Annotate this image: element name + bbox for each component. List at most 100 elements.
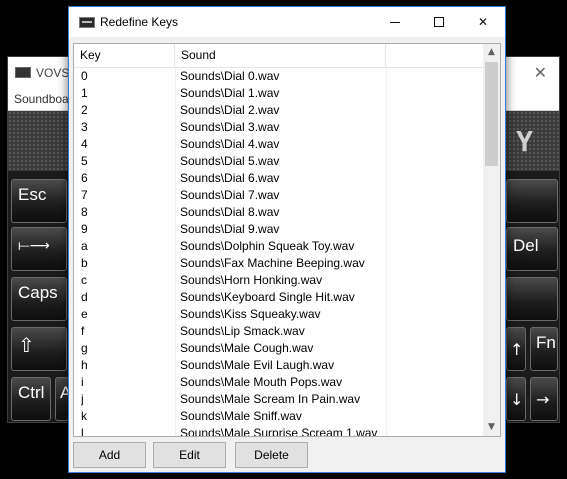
row-key: 6 (81, 171, 88, 185)
row-sound: Sounds\Male Surprise Scream 1.wav (180, 426, 378, 437)
table-row[interactable]: 5 Sounds\Dial 5.wav (74, 153, 485, 170)
delete-button[interactable]: Delete (235, 442, 308, 468)
row-key: 4 (81, 137, 88, 151)
app-icon (79, 17, 95, 28)
key-sound-list[interactable]: Key Sound 0 Sounds\Dial 0.wav 1 Sounds\Dial… (73, 43, 501, 437)
table-row[interactable]: 6 Sounds\Dial 6.wav (74, 170, 485, 187)
table-row[interactable]: j Sounds\Male Scream In Pain.wav (74, 391, 485, 408)
minimize-button[interactable] (373, 7, 417, 37)
row-sound: Sounds\Male Cough.wav (180, 341, 314, 355)
maximize-icon (434, 17, 444, 27)
scrollbar-thumb[interactable] (485, 62, 498, 166)
column-header-key[interactable]: Key (74, 44, 175, 68)
scroll-up-icon[interactable]: ▲ (483, 44, 500, 61)
row-sound: Sounds\Dial 3.wav (180, 120, 280, 134)
row-key: f (81, 324, 85, 338)
key-enter[interactable] (506, 277, 558, 321)
column-header-sound[interactable]: Sound (175, 44, 386, 68)
row-key: c (81, 273, 87, 287)
row-key: h (81, 358, 88, 372)
dialog-titlebar: Redefine Keys ✕ (69, 7, 505, 37)
row-key: 3 (81, 120, 88, 134)
row-sound: Sounds\Dial 4.wav (180, 137, 280, 151)
key-ctrl[interactable]: Ctrl (11, 377, 51, 421)
key-alt[interactable]: A (55, 377, 71, 421)
row-sound: Sounds\Male Evil Laugh.wav (180, 358, 335, 372)
row-sound: Sounds\Dial 8.wav (180, 205, 280, 219)
row-key: k (81, 409, 87, 423)
table-row[interactable]: 3 Sounds\Dial 3.wav (74, 119, 485, 136)
dialog-title: Redefine Keys (100, 15, 179, 29)
row-sound: Sounds\Fax Machine Beeping.wav (180, 256, 365, 270)
key-fn[interactable]: Fn (530, 327, 558, 371)
row-sound: Sounds\Dial 0.wav (180, 69, 280, 83)
table-row[interactable]: k Sounds\Male Sniff.wav (74, 408, 485, 425)
table-row[interactable]: b Sounds\Fax Machine Beeping.wav (74, 255, 485, 272)
table-row[interactable]: g Sounds\Male Cough.wav (74, 340, 485, 357)
row-sound: Sounds\Dial 5.wav (180, 154, 280, 168)
row-sound: Sounds\Horn Honking.wav (180, 273, 323, 287)
key-down[interactable]: ↓ (506, 377, 526, 421)
menu-item-soundboard[interactable]: Soundboa (14, 92, 69, 106)
row-key: l (81, 426, 84, 437)
add-button[interactable]: Add (73, 442, 146, 468)
row-key: 1 (81, 86, 88, 100)
row-key: 2 (81, 103, 88, 117)
table-row[interactable]: 2 Sounds\Dial 2.wav (74, 102, 485, 119)
table-row[interactable]: a Sounds\Dolphin Squeak Toy.wav (74, 238, 485, 255)
column-header-extra[interactable] (386, 44, 485, 68)
table-row[interactable]: c Sounds\Horn Honking.wav (74, 272, 485, 289)
table-row[interactable]: l Sounds\Male Surprise Scream 1.wav (74, 425, 485, 437)
key-up[interactable]: ↑ (506, 327, 526, 371)
row-sound: Sounds\Dial 1.wav (180, 86, 280, 100)
row-key: b (81, 256, 88, 270)
row-sound: Sounds\Dial 2.wav (180, 103, 280, 117)
row-sound: Sounds\Dial 7.wav (180, 188, 280, 202)
table-row[interactable]: 8 Sounds\Dial 8.wav (74, 204, 485, 221)
row-key: i (81, 375, 84, 389)
edit-button[interactable]: Edit (153, 442, 226, 468)
row-key: 9 (81, 222, 88, 236)
row-key: 0 (81, 69, 88, 83)
row-sound: Sounds\Male Scream In Pain.wav (180, 392, 361, 406)
key-del[interactable]: Del (506, 227, 558, 271)
key-shift[interactable]: ⇧ (11, 327, 67, 371)
row-key: j (81, 392, 84, 406)
table-row[interactable]: 7 Sounds\Dial 7.wav (74, 187, 485, 204)
key-backspace[interactable] (506, 179, 558, 223)
table-row[interactable]: 0 Sounds\Dial 0.wav (74, 68, 485, 85)
close-icon: ✕ (477, 15, 489, 29)
row-key: d (81, 290, 88, 304)
row-sound: Sounds\Male Sniff.wav (180, 409, 302, 423)
row-sound: Sounds\Male Mouth Pops.wav (180, 375, 343, 389)
row-sound: Sounds\Keyboard Single Hit.wav (180, 290, 355, 304)
table-row[interactable]: 1 Sounds\Dial 1.wav (74, 85, 485, 102)
row-key: 5 (81, 154, 88, 168)
key-right[interactable]: → (530, 377, 558, 421)
scroll-down-icon[interactable]: ▼ (483, 419, 500, 436)
key-caps[interactable]: Caps (11, 277, 67, 321)
close-icon[interactable]: ✕ (534, 63, 547, 83)
row-sound: Sounds\Lip Smack.wav (180, 324, 305, 338)
table-row[interactable]: 4 Sounds\Dial 4.wav (74, 136, 485, 153)
vertical-scrollbar[interactable]: ▲ ▼ (483, 44, 500, 436)
maximize-button[interactable] (417, 7, 461, 37)
row-key: a (81, 239, 88, 253)
redefine-keys-dialog: Redefine Keys ✕ Key Sound 0 Sounds\Dial 0… (68, 6, 506, 473)
key-tab[interactable]: ⟝⟶ (11, 227, 67, 271)
table-row[interactable]: f Sounds\Lip Smack.wav (74, 323, 485, 340)
table-row[interactable]: h Sounds\Male Evil Laugh.wav (74, 357, 485, 374)
key-esc[interactable]: Esc (11, 179, 67, 223)
row-sound: Sounds\Dolphin Squeak Toy.wav (180, 239, 355, 253)
table-row[interactable]: i Sounds\Male Mouth Pops.wav (74, 374, 485, 391)
row-sound: Sounds\Kiss Squeaky.wav (180, 307, 321, 321)
list-header: Key Sound (74, 44, 485, 68)
row-key: e (81, 307, 88, 321)
row-key: 8 (81, 205, 88, 219)
close-button[interactable]: ✕ (461, 7, 505, 37)
table-row[interactable]: 9 Sounds\Dial 9.wav (74, 221, 485, 238)
display-text: Y (516, 125, 535, 158)
table-row[interactable]: e Sounds\Kiss Squeaky.wav (74, 306, 485, 323)
table-row[interactable]: d Sounds\Keyboard Single Hit.wav (74, 289, 485, 306)
row-key: 7 (81, 188, 88, 202)
